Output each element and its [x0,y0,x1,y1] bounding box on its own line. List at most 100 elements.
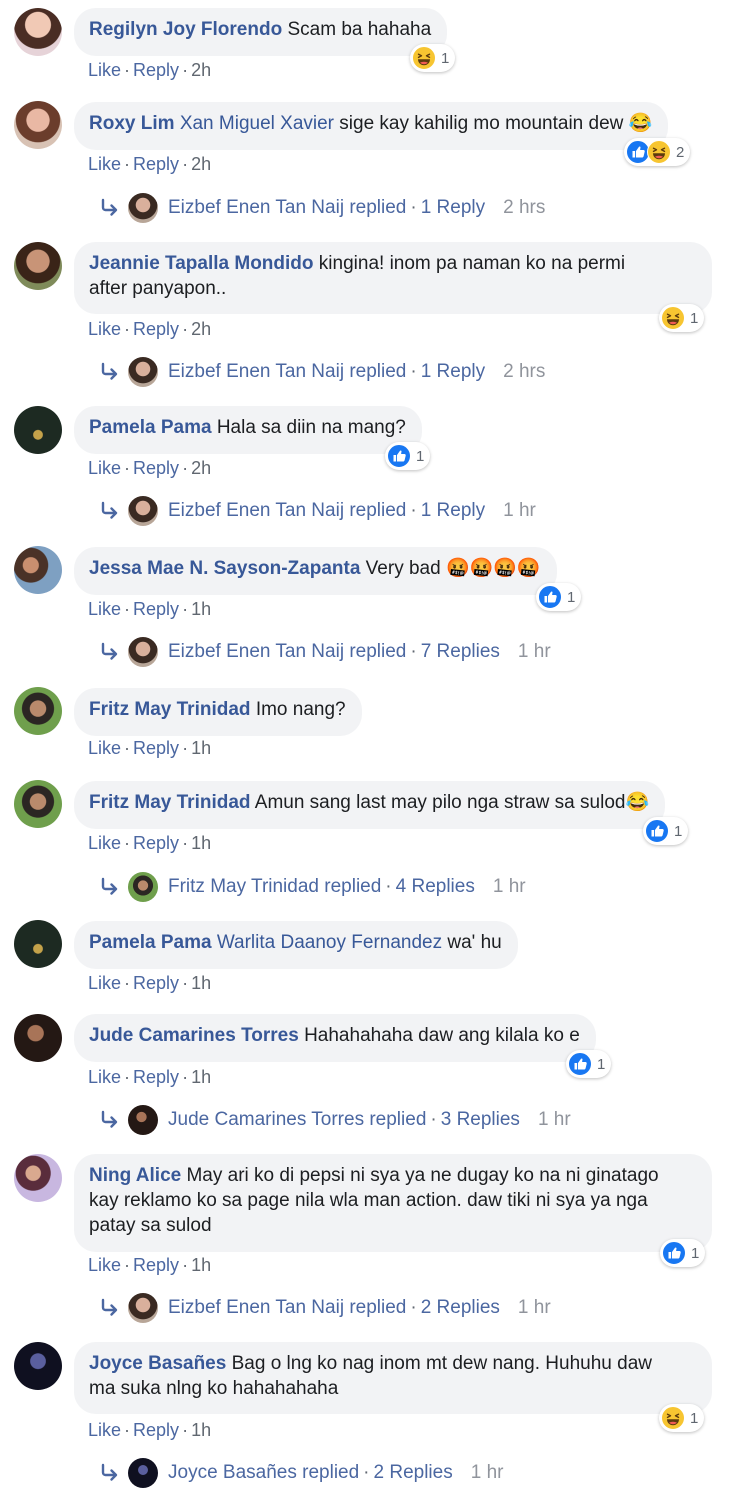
reply-link[interactable]: Reply [133,599,179,619]
reaction-summary[interactable]: 1 [643,817,689,845]
comment-author[interactable]: Pamela Pama [89,932,212,953]
comment-time[interactable]: 1h [191,599,211,619]
view-replies-link[interactable]: Jude Camarines Torres replied · 3 Replies … [98,1104,571,1136]
like-icon [538,585,562,609]
comment-time[interactable]: 2h [191,458,211,478]
avatar[interactable] [14,8,62,56]
avatar[interactable] [14,242,62,290]
comment-time[interactable]: 2h [191,319,211,339]
comment-time[interactable]: 2h [191,154,211,174]
like-link[interactable]: Like [88,60,121,80]
comment-time[interactable]: 1h [191,833,211,853]
comment-actions: Like · Reply · 1h [88,973,212,993]
reply-arrow-icon [98,499,122,523]
reaction-summary[interactable]: 1 [659,304,705,332]
avatar[interactable] [14,920,62,968]
comment-author[interactable]: Fritz May Trinidad [89,699,251,720]
comment-author[interactable]: Pamela Pama [89,417,212,438]
view-replies-link[interactable]: Fritz May Trinidad replied · 4 Replies 1 h… [98,871,526,903]
like-icon [645,819,669,843]
reaction-summary[interactable]: 1 [566,1050,612,1078]
reply-link[interactable]: Reply [133,1420,179,1440]
comment-bubble: Regilyn Joy Florendo Scam ba hahaha [74,8,448,56]
view-replies-link[interactable]: Eizbef Enen Tan Naij replied · 1 Reply 2 h… [98,192,545,224]
view-replies-link[interactable]: Eizbef Enen Tan Naij replied · 1 Reply 2 h… [98,356,545,388]
reply-avatar [128,1293,158,1323]
comment-time[interactable]: 1h [191,738,211,758]
replier-name: Eizbef Enen Tan Naij replied [168,361,407,382]
replier-name: Jude Camarines Torres replied [168,1109,427,1130]
reply-link[interactable]: Reply [133,1067,179,1087]
reply-link[interactable]: Reply [133,833,179,853]
like-link[interactable]: Like [88,319,121,339]
comment-bubble: Pamela Pama Hala sa diin na mang? [74,406,422,454]
reaction-summary[interactable]: 1 [659,1404,705,1432]
like-link[interactable]: Like [88,458,121,478]
comment-author[interactable]: Ning Alice [89,1165,181,1186]
comment-text-line: patay sa sulod [89,1215,212,1236]
avatar[interactable] [14,780,62,828]
comment-author[interactable]: Jeannie Tapalla Mondido [89,253,314,274]
comment-time[interactable]: 1h [191,1255,211,1275]
comment-author[interactable]: Joyce Basañes [89,1353,226,1374]
comment-text-line: kingina! inom pa naman ko na permi [318,253,626,274]
reaction-summary[interactable]: 1 [536,583,582,611]
like-link[interactable]: Like [88,1255,121,1275]
reaction-summary[interactable]: 1 [660,1239,706,1267]
like-link[interactable]: Like [88,973,121,993]
comment-text-line: Bag o lng ko nag inom mt dew nang. Huhuh… [231,1353,652,1374]
avatar[interactable] [14,546,62,594]
comment-text: Amun sang last may pilo nga straw sa sul… [254,792,650,813]
view-replies-link[interactable]: Eizbef Enen Tan Naij replied · 1 Reply 1 h… [98,495,536,527]
haha-icon [661,306,685,330]
comment-author[interactable]: Regilyn Joy Florendo [89,19,282,40]
reply-link[interactable]: Reply [133,1255,179,1275]
reaction-count: 1 [690,309,699,327]
comment-time[interactable]: 1h [191,973,211,993]
reply-link[interactable]: Reply [133,973,179,993]
comment-author[interactable]: Jessa Mae N. Sayson-Zapanta [89,558,360,579]
avatar[interactable] [14,1014,62,1062]
reply-count: 1 Reply [420,361,486,382]
reaction-summary[interactable]: 1 [410,44,456,72]
reaction-summary[interactable]: 1 [385,442,431,470]
comment-author[interactable]: Roxy Lim [89,113,175,134]
comment-actions: Like · Reply · 2h [88,319,212,339]
comment-time[interactable]: 1h [191,1420,211,1440]
like-link[interactable]: Like [88,738,121,758]
avatar[interactable] [14,687,62,735]
like-link[interactable]: Like [88,599,121,619]
avatar[interactable] [14,1342,62,1390]
reply-link[interactable]: Reply [133,154,179,174]
like-link[interactable]: Like [88,154,121,174]
replier-name: Eizbef Enen Tan Naij replied [168,641,407,662]
like-link[interactable]: Like [88,1067,121,1087]
mention-link[interactable]: Warlita Daanoy Fernandez [217,932,442,953]
reaction-summary[interactable]: 2 [624,138,691,166]
like-link[interactable]: Like [88,1420,121,1440]
reply-avatar [128,357,158,387]
reaction-count: 1 [441,49,450,67]
reply-link[interactable]: Reply [133,319,179,339]
like-link[interactable]: Like [88,833,121,853]
comment-author[interactable]: Fritz May Trinidad [89,792,251,813]
comment-text-line: ma suka nlng ko hahahahaha [89,1378,339,1399]
reply-link[interactable]: Reply [133,738,179,758]
reply-link[interactable]: Reply [133,458,179,478]
avatar[interactable] [14,101,62,149]
view-replies-link[interactable]: Eizbef Enen Tan Naij replied · 7 Replies 1… [98,636,551,668]
avatar[interactable] [14,1154,62,1202]
view-replies-link[interactable]: Eizbef Enen Tan Naij replied · 2 Replies 1… [98,1292,551,1324]
reply-link[interactable]: Reply [133,60,179,80]
view-replies-link[interactable]: Joyce Basañes replied · 2 Replies 1 hr [98,1457,503,1489]
comment-actions: Like · Reply · 1h [88,1420,212,1440]
comment-bubble: Jessa Mae N. Sayson-Zapanta Very bad 🤬🤬🤬… [74,547,557,595]
reply-time: 1 hr [537,1109,571,1130]
mention-link[interactable]: Xan Miguel Xavier [180,113,334,134]
comment-time[interactable]: 2h [191,60,211,80]
avatar[interactable] [14,406,62,454]
like-icon [568,1052,592,1076]
comment-time[interactable]: 1h [191,1067,211,1087]
comment-author[interactable]: Jude Camarines Torres [89,1025,299,1046]
reply-count: 3 Replies [440,1109,520,1130]
